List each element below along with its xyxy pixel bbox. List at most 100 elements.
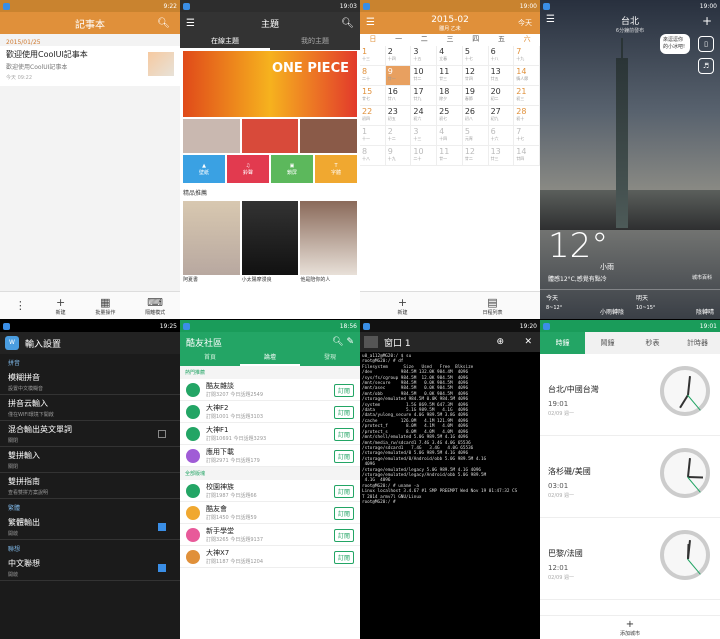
settings-item[interactable]: 中文聯想 開啟: [0, 555, 180, 581]
follow-button[interactable]: 訂閱: [333, 551, 354, 564]
follow-button[interactable]: 訂閱: [333, 529, 354, 542]
today-button[interactable]: 今天: [518, 18, 532, 28]
note-item[interactable]: 歡迎使用CoolUI記事本 歡迎使用CoolUI記事本 今天 09:22: [0, 46, 180, 86]
calendar-day[interactable]: 1 十一: [360, 126, 386, 146]
calendar-day[interactable]: 7 十九: [514, 46, 540, 66]
add-window-icon[interactable]: ⊕: [496, 337, 504, 347]
calendar-day[interactable]: 28 初十: [514, 106, 540, 126]
calendar-day[interactable]: 11 廿一: [437, 146, 463, 166]
font-tile[interactable]: T 字體: [315, 155, 357, 183]
tab-stopwatch[interactable]: 秒表: [630, 332, 675, 354]
forecast-tomorrow[interactable]: 明天 10~15° 陰轉晴: [630, 290, 720, 319]
calendar-day[interactable]: 3 十五: [411, 46, 438, 66]
forum-item[interactable]: 大神F2 訂閱1001 今日話題3103 訂閱: [180, 401, 360, 423]
calendar-day[interactable]: 3 十三: [411, 126, 438, 146]
calendar-day[interactable]: 27 初九: [488, 106, 515, 126]
follow-button[interactable]: 訂閱: [333, 428, 354, 441]
menu-icon[interactable]: ⋮: [15, 299, 26, 312]
close-icon[interactable]: ✕: [524, 337, 532, 347]
calendar-day[interactable]: 8 二十: [360, 66, 386, 86]
calendar-day[interactable]: 16 廿八: [385, 86, 412, 106]
window-title[interactable]: 窗口 1: [384, 336, 411, 349]
theme-banner[interactable]: ONE PIECE: [183, 51, 357, 117]
forecast-today[interactable]: 今天 8~12° 小雨轉陰: [540, 290, 630, 319]
calendar-day[interactable]: 4 立春: [437, 46, 463, 66]
forum-item[interactable]: 酷友雜談 訂閱3207 今日話題2549 訂閱: [180, 379, 360, 401]
calendar-day[interactable]: 1 十三: [360, 46, 386, 66]
month-label[interactable]: 2015-02: [431, 15, 469, 25]
clock-row[interactable]: 巴黎/法國 12:01 02/09 週一: [540, 518, 720, 600]
forum-item[interactable]: 應用下載 訂閱2971 今日話題179 訂閱: [180, 445, 360, 467]
clock-row[interactable]: 台北/中國台灣 19:01 02/09 週一: [540, 354, 720, 436]
theme-thumb[interactable]: [241, 119, 299, 153]
tab-alarm[interactable]: 鬧鐘: [585, 332, 630, 354]
checkbox[interactable]: [158, 523, 166, 531]
forum-item[interactable]: 新手學堂 訂閱3265 今日話題9137 訂閱: [180, 524, 360, 546]
recommend-item[interactable]: [241, 201, 299, 275]
terminal-output[interactable]: u0_a112@MG20:/ $ su root@MG20:/ # df Fil…: [360, 352, 540, 507]
calendar-day[interactable]: 24 初六: [411, 106, 438, 126]
clock-row[interactable]: 洛杉磯/美國 03:01 02/09 週一: [540, 436, 720, 518]
privacy-mode-button[interactable]: ⌨ 隔離模式: [145, 296, 165, 316]
add-city-button[interactable]: + 添加城市: [540, 615, 720, 639]
follow-button[interactable]: 訂閱: [333, 485, 354, 498]
calendar-day[interactable]: 6 十六: [488, 126, 515, 146]
calendar-day[interactable]: 11 廿三: [437, 66, 463, 86]
add-city-icon[interactable]: +: [702, 14, 712, 28]
calendar-day[interactable]: 9 廿一: [385, 66, 412, 86]
wallpaper-tile[interactable]: ▲ 壁紙: [183, 155, 225, 183]
recommend-item[interactable]: [300, 201, 358, 275]
assistant-bubble[interactable]: 來逗逗你的小冰吧!: [660, 34, 690, 54]
theme-thumb[interactable]: [300, 119, 358, 153]
calendar-day[interactable]: 25 初七: [437, 106, 463, 126]
search-icon[interactable]: 🔍︎: [341, 18, 354, 29]
settings-item[interactable]: 繁體輸出 開啟: [0, 514, 180, 540]
checkbox[interactable]: [158, 564, 166, 572]
calendar-day[interactable]: 2 十二: [385, 126, 412, 146]
calendar-day[interactable]: 17 廿九: [411, 86, 438, 106]
search-icon[interactable]: 🔍︎: [157, 18, 170, 29]
calendar-day[interactable]: 9 十九: [385, 146, 412, 166]
calendar-day[interactable]: 6 十八: [488, 46, 515, 66]
calendar-day[interactable]: 12 廿二: [462, 146, 489, 166]
calendar-day[interactable]: 13 廿五: [488, 66, 515, 86]
lockscreen-tile[interactable]: ▣ 鎖屏: [271, 155, 313, 183]
tab-online[interactable]: 在線主題: [180, 34, 270, 50]
new-note-button[interactable]: + 新建: [56, 296, 66, 316]
tab-forum[interactable]: 論壇: [240, 352, 300, 366]
calendar-day[interactable]: 22 初四: [360, 106, 386, 126]
batch-button[interactable]: ▦ 批量操作: [95, 296, 115, 316]
recommend-item[interactable]: [183, 201, 240, 275]
calendar-day[interactable]: 12 廿四: [462, 66, 489, 86]
settings-item[interactable]: 雙拼輸入 關閉: [0, 447, 180, 473]
city-wiki-link[interactable]: 城市百科: [692, 274, 712, 281]
tab-home[interactable]: 首頁: [180, 352, 240, 366]
calendar-day[interactable]: 21 初三: [514, 86, 540, 106]
follow-button[interactable]: 訂閱: [333, 384, 354, 397]
hamburger-icon[interactable]: ☰: [186, 18, 195, 29]
forum-item[interactable]: 校園神族 訂閱1987 今日話題66 訂閱: [180, 480, 360, 502]
tab-mine[interactable]: 我的主題: [270, 34, 360, 50]
settings-item[interactable]: 拼音云輸入 僅在WIFI環境下開啟: [0, 395, 180, 421]
calendar-day[interactable]: 18 除夕: [437, 86, 463, 106]
calendar-day[interactable]: 10 廿二: [411, 66, 438, 86]
calendar-day[interactable]: 5 元宵: [462, 126, 489, 146]
calendar-day[interactable]: 14 廿四: [514, 146, 540, 166]
schedule-list-button[interactable]: ▤ 日程列表: [482, 296, 502, 316]
calendar-day[interactable]: 10 二十: [411, 146, 438, 166]
follow-button[interactable]: 訂閱: [333, 406, 354, 419]
tab-discover[interactable]: 發現: [300, 352, 360, 366]
theme-thumb[interactable]: [183, 119, 240, 153]
calendar-day[interactable]: 8 十八: [360, 146, 386, 166]
forum-item[interactable]: 大神F1 訂閱10691 今日話題3293 訂閱: [180, 423, 360, 445]
calendar-day[interactable]: 4 十四: [437, 126, 463, 146]
calendar-day[interactable]: 19 春節: [462, 86, 489, 106]
menu-icon[interactable]: ☰: [366, 17, 375, 28]
menu-icon[interactable]: ☰: [546, 14, 555, 25]
ringtone-tile[interactable]: ♫ 鈴聲: [227, 155, 269, 183]
calendar-day[interactable]: 13 廿三: [488, 146, 515, 166]
calendar-day[interactable]: 20 初二: [488, 86, 515, 106]
sound-icon[interactable]: ♬: [698, 58, 714, 74]
calendar-day[interactable]: 5 十七: [462, 46, 489, 66]
search-icon[interactable]: 🔍︎ ✎: [332, 337, 354, 347]
